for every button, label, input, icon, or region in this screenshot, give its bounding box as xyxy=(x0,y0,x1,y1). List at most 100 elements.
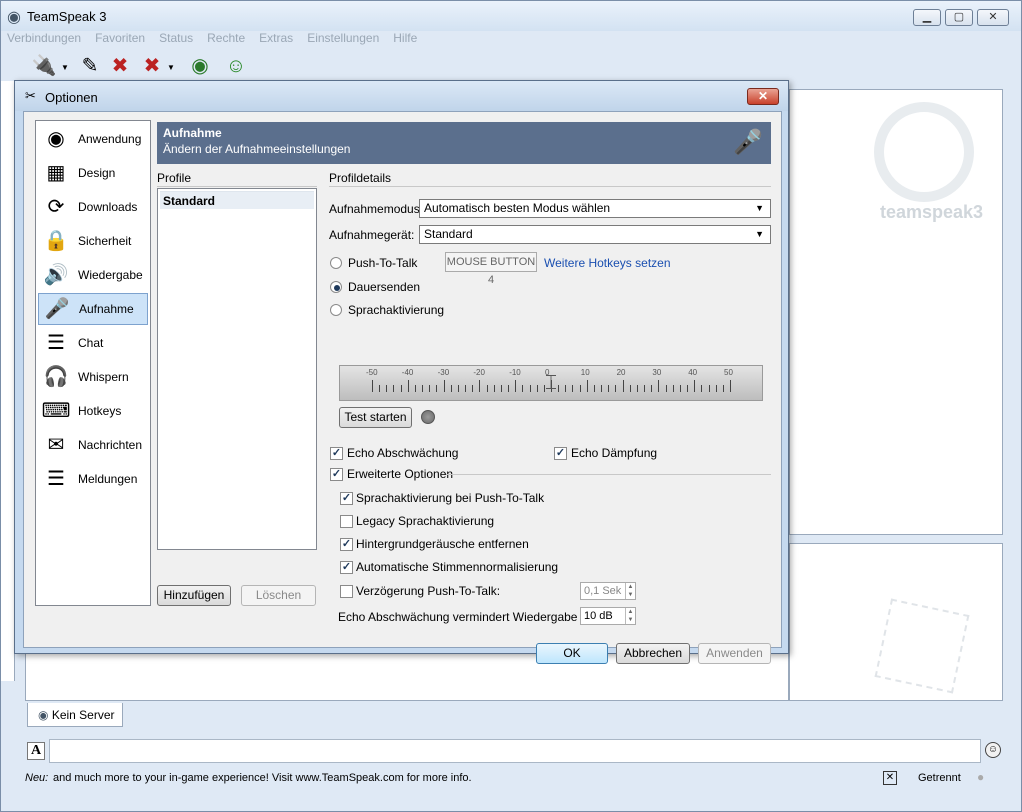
status-bar: Neu: and much more to your in-game exper… xyxy=(1,769,1021,789)
category-item-sicherheit[interactable]: 🔒 Sicherheit xyxy=(38,225,148,257)
category-item-aufnahme[interactable]: 🎤 Aufnahme xyxy=(38,293,148,325)
menu-item-rechte[interactable]: Rechte xyxy=(207,31,245,49)
spinner-arrows-icon[interactable]: ▲ ▼ xyxy=(625,608,635,624)
voice-activation-slider[interactable]: -50 -40 -30 -20 -10 0 10 20 30 40 50 ⌶ xyxy=(339,365,763,401)
slider-tick xyxy=(372,380,373,392)
normalize-checkbox[interactable]: ✓ xyxy=(340,561,353,574)
slider-tick-label: -20 xyxy=(473,368,485,377)
ptt-hotkey-button[interactable]: MOUSE BUTTON 4 xyxy=(445,252,537,286)
echo-reduce-spinner[interactable]: 10 dB ▲ ▼ xyxy=(580,607,636,625)
cancel-button[interactable]: Abbrechen xyxy=(616,643,690,664)
continuous-radio[interactable] xyxy=(330,281,342,293)
echo-reduction-checkbox[interactable]: ✓ xyxy=(330,447,343,460)
category-item-nachrichten[interactable]: ✉ Nachrichten xyxy=(38,429,148,461)
tools-icon: ✂ xyxy=(25,88,36,103)
test-indicator-icon xyxy=(421,410,435,424)
mode-select[interactable]: Automatisch besten Modus wählen ▼ xyxy=(419,199,771,218)
slider-tick-label: 30 xyxy=(652,368,662,377)
ptt-delay-spinner[interactable]: 0,1 Sek ▲ ▼ xyxy=(580,582,636,600)
apply-button[interactable]: Anwenden xyxy=(698,643,771,664)
noise-removal-label: Hintergrundgeräusche entfernen xyxy=(356,537,529,551)
teamspeak-logo-icon xyxy=(874,102,974,202)
logo-text: teamspeak3 xyxy=(880,202,984,222)
slider-tick xyxy=(465,385,467,392)
close-button[interactable]: ✕ xyxy=(977,9,1009,26)
slider-tick xyxy=(522,385,524,392)
voice-activation-radio[interactable] xyxy=(330,304,342,316)
ptt-delay-checkbox[interactable] xyxy=(340,585,353,598)
category-item-whispern[interactable]: 🎧 Whispern xyxy=(38,361,148,393)
menu-item-status[interactable]: Status xyxy=(159,31,193,49)
server-tab[interactable]: ◉ Kein Server xyxy=(27,703,123,727)
ok-button[interactable]: OK xyxy=(536,643,608,664)
dialog-close-button[interactable]: ✕ xyxy=(747,88,779,105)
menu-item-favoriten[interactable]: Favoriten xyxy=(95,31,145,49)
close-news-icon[interactable]: ✕ xyxy=(883,771,897,785)
legacy-voice-checkbox[interactable] xyxy=(340,515,353,528)
more-hotkeys-link[interactable]: Weitere Hotkeys setzen xyxy=(544,256,671,270)
menu-item-einstellungen[interactable]: Einstellungen xyxy=(307,31,379,49)
mute-dropdown-icon[interactable]: ▼ xyxy=(167,63,175,72)
spinner-arrows-icon[interactable]: ▲ ▼ xyxy=(625,583,635,599)
slider-tick xyxy=(436,385,438,392)
slider-tick xyxy=(386,385,388,392)
disconnect-icon[interactable]: ✖ xyxy=(107,53,133,79)
delete-profile-button[interactable]: Löschen xyxy=(241,585,316,606)
slider-tick xyxy=(672,385,674,392)
echo-cancel-checkbox[interactable]: ✓ xyxy=(554,447,567,460)
category-item-chat[interactable]: ☰ Chat xyxy=(38,327,148,359)
category-item-hotkeys[interactable]: ⌨ Hotkeys xyxy=(38,395,148,427)
maximize-button[interactable]: ▢ xyxy=(945,9,973,26)
slider-tick xyxy=(515,380,517,392)
voice-activation-label: Sprachaktivierung xyxy=(348,303,445,317)
menu-item-verbindungen[interactable]: Verbindungen xyxy=(7,31,81,49)
category-item-wiedergabe[interactable]: 🔊 Wiedergabe xyxy=(38,259,148,291)
category-item-downloads[interactable]: ⟳ Downloads xyxy=(38,191,148,223)
minimize-button[interactable]: ▁ xyxy=(913,9,941,26)
connect-icon[interactable]: 🔌 xyxy=(31,53,57,79)
mode-select-value: Automatisch besten Modus wählen xyxy=(424,201,611,215)
voice-ptt-checkbox[interactable]: ✓ xyxy=(340,492,353,505)
category-item-meldungen[interactable]: ☰ Meldungen xyxy=(38,463,148,495)
ptt-radio[interactable] xyxy=(330,257,342,269)
microphone-icon: 🎤 xyxy=(44,298,70,320)
slider-tick xyxy=(636,385,638,392)
category-list: ◉ Anwendung ▦ Design ⟳ Downloads 🔒 Sicherheit 🔊 W… xyxy=(35,120,151,606)
category-label: Wiedergabe xyxy=(78,268,143,282)
slider-tick xyxy=(479,380,481,392)
connection-status: Getrennt xyxy=(918,772,961,784)
design-icon: ▦ xyxy=(46,162,66,184)
add-profile-button[interactable]: Hinzufügen xyxy=(157,585,231,606)
slider-tick xyxy=(486,385,488,392)
chat-input[interactable] xyxy=(49,739,981,763)
dialog-title-bar: ✂ Optionen ✕ xyxy=(15,81,788,111)
font-format-button[interactable]: A xyxy=(27,742,45,760)
legacy-voice-label: Legacy Sprachaktivierung xyxy=(356,514,495,528)
section-title: Aufnahme xyxy=(163,126,222,140)
slider-tick xyxy=(586,380,588,392)
menu-item-extras[interactable]: Extras xyxy=(259,31,293,49)
profile-list[interactable]: Standard xyxy=(157,188,317,550)
noise-removal-checkbox[interactable]: ✓ xyxy=(340,538,353,551)
headset-icon: 🎧 xyxy=(43,366,69,388)
advanced-options-checkbox[interactable]: ✓ xyxy=(330,468,343,481)
test-start-button[interactable]: Test starten xyxy=(339,407,412,428)
smiley-icon[interactable]: ☺ xyxy=(985,742,1001,758)
slider-tick xyxy=(651,385,653,392)
bookmark-icon[interactable]: ✎ xyxy=(77,53,103,79)
slider-tick xyxy=(722,385,724,392)
user-icon[interactable]: ☺ xyxy=(223,53,249,79)
view-icon[interactable]: ◉ xyxy=(187,53,213,79)
category-item-anwendung[interactable]: ◉ Anwendung xyxy=(38,123,148,155)
connect-dropdown-icon[interactable]: ▼ xyxy=(61,63,69,72)
menu-item-hilfe[interactable]: Hilfe xyxy=(393,31,417,49)
section-header: Aufnahme Ändern der Aufnahmeeinstellunge… xyxy=(157,122,771,164)
mute-icon[interactable]: ✖ xyxy=(139,53,165,79)
server-tab-label: Kein Server xyxy=(51,708,115,722)
slider-thumb[interactable]: ⌶ xyxy=(541,370,561,396)
window-title: TeamSpeak 3 xyxy=(27,9,107,24)
profile-item[interactable]: Standard xyxy=(160,191,314,209)
category-item-design[interactable]: ▦ Design xyxy=(38,157,148,189)
section-subtitle: Ändern der Aufnahmeeinstellungen xyxy=(163,142,351,156)
device-select[interactable]: Standard ▼ xyxy=(419,225,771,244)
